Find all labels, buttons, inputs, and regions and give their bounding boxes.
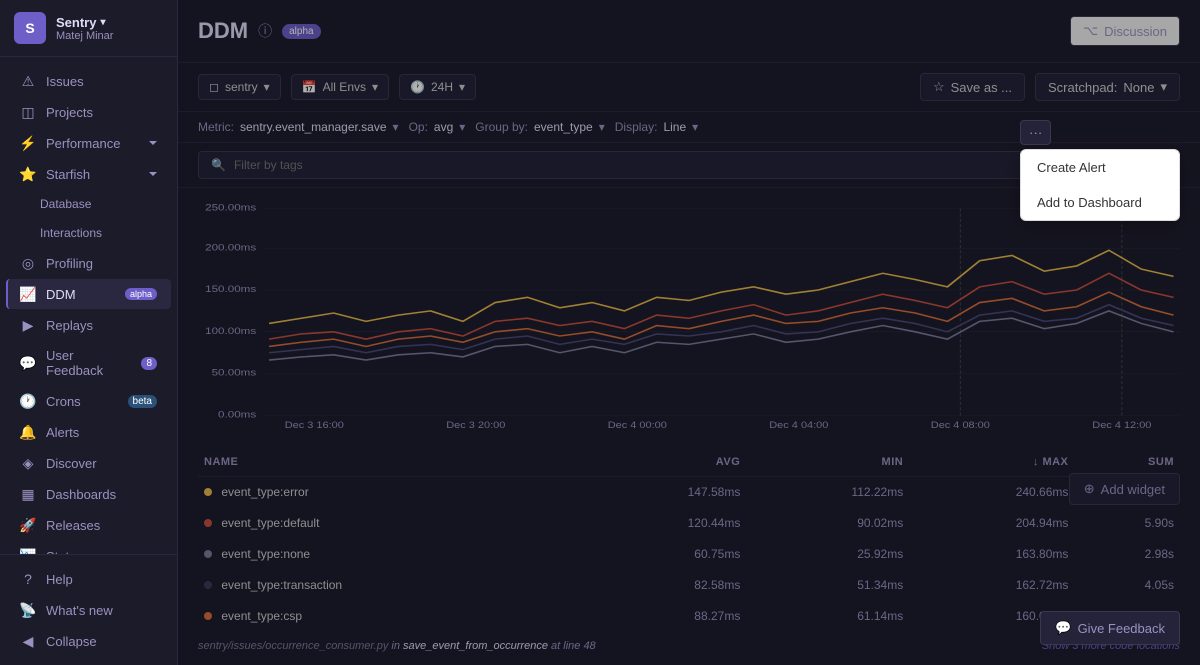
sidebar-item-discover[interactable]: ◈ Discover (6, 448, 171, 478)
feedback-icon: 💬 (1055, 620, 1071, 636)
sidebar-org: Sentry ▾ Matej Minar (56, 15, 113, 42)
user-feedback-badge: 8 (141, 357, 157, 370)
create-alert-menu-item[interactable]: Create Alert (1021, 150, 1179, 185)
feedback-icon: 💬 (20, 355, 36, 371)
sidebar-item-issues[interactable]: ⚠ Issues (6, 66, 171, 96)
sidebar-bottom: ? Help 📡 What's new ◀ Collapse (0, 554, 177, 665)
sidebar-item-dashboards[interactable]: ▦ Dashboards (6, 479, 171, 509)
sidebar-item-ddm[interactable]: 📈 DDM alpha (6, 279, 171, 309)
sidebar-item-stats[interactable]: 📉 Stats (6, 541, 171, 554)
sidebar-nav: ⚠ Issues ◫ Projects ⚡ Performance ⭐ Star… (0, 57, 177, 554)
sidebar-item-crons[interactable]: 🕐 Crons beta (6, 386, 171, 416)
add-to-dashboard-menu-item[interactable]: Add to Dashboard (1021, 185, 1179, 220)
context-menu: Create Alert Add to Dashboard (1020, 149, 1180, 221)
ddm-badge: alpha (125, 288, 157, 300)
sidebar-header: S Sentry ▾ Matej Minar (0, 0, 177, 57)
dashboards-icon: ▦ (20, 486, 36, 502)
sidebar-item-interactions[interactable]: Interactions (26, 219, 171, 247)
chevron-down-icon[interactable]: ▾ (100, 17, 105, 28)
sidebar-item-alerts[interactable]: 🔔 Alerts (6, 417, 171, 447)
sidebar-item-help[interactable]: ? Help (6, 564, 171, 594)
issues-icon: ⚠ (20, 73, 36, 89)
sidebar-item-user-feedback[interactable]: 💬 User Feedback 8 (6, 341, 171, 385)
help-icon: ? (20, 571, 36, 587)
collapse-icon: ◀ (20, 633, 36, 649)
starfish-icon: ⭐ (20, 166, 36, 182)
releases-icon: 🚀 (20, 517, 36, 533)
sidebar-item-profiling[interactable]: ◎ Profiling (6, 248, 171, 278)
profiling-icon: ◎ (20, 255, 36, 271)
crons-icon: 🕐 (20, 393, 36, 409)
more-options-icon: ··· (1029, 125, 1042, 140)
main-content: DDM ⓘ alpha ⌥ Discussion ◻ sentry ▾ 📅 Al… (178, 0, 1200, 665)
give-feedback-button[interactable]: 💬 Give Feedback (1040, 611, 1180, 645)
performance-icon: ⚡ (20, 135, 36, 151)
org-name[interactable]: Sentry ▾ (56, 15, 113, 30)
replays-icon: ▶ (20, 317, 36, 333)
ddm-icon: 📈 (20, 286, 36, 302)
sidebar-item-releases[interactable]: 🚀 Releases (6, 510, 171, 540)
sidebar-item-performance[interactable]: ⚡ Performance (6, 128, 171, 158)
org-user: Matej Minar (56, 30, 113, 42)
sidebar-item-projects[interactable]: ◫ Projects (6, 97, 171, 127)
sidebar-item-whats-new[interactable]: 📡 What's new (6, 595, 171, 625)
projects-icon: ◫ (20, 104, 36, 120)
sidebar-item-replays[interactable]: ▶ Replays (6, 310, 171, 340)
sidebar-item-database[interactable]: Database (26, 190, 171, 218)
context-menu-wrapper: ··· Create Alert Add to Dashboard (1020, 120, 1180, 221)
overlay (178, 0, 1200, 665)
crons-badge: beta (128, 395, 157, 408)
whats-new-icon: 📡 (20, 602, 36, 618)
sentry-logo: S (14, 12, 46, 44)
sidebar: S Sentry ▾ Matej Minar ⚠ Issues ◫ Projec… (0, 0, 178, 665)
discover-icon: ◈ (20, 455, 36, 471)
starfish-subnav: Database Interactions (0, 190, 177, 247)
sidebar-collapse-button[interactable]: ◀ Collapse (6, 626, 171, 656)
sidebar-item-starfish[interactable]: ⭐ Starfish (6, 159, 171, 189)
chart-options-button[interactable]: ··· (1020, 120, 1051, 145)
alerts-icon: 🔔 (20, 424, 36, 440)
